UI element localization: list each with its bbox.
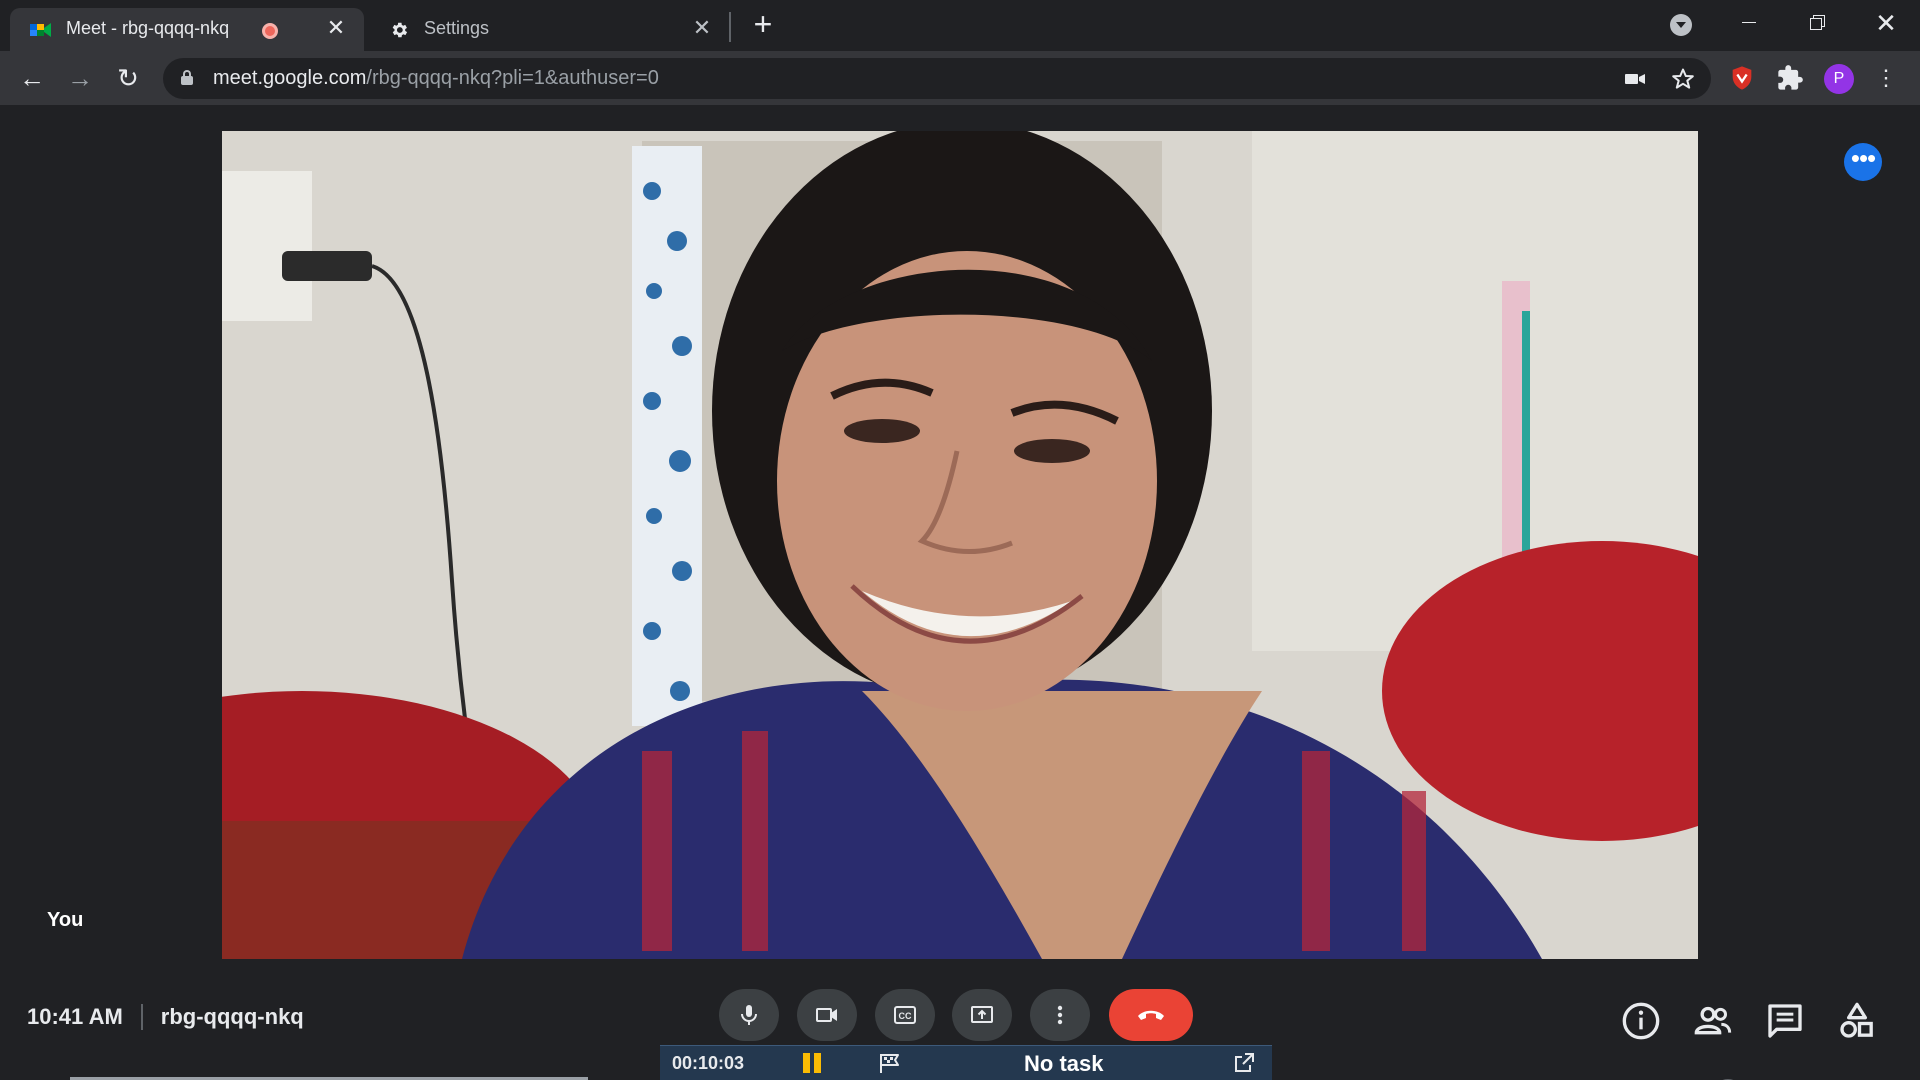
camera-button[interactable]	[797, 989, 857, 1041]
leave-call-button[interactable]	[1109, 989, 1193, 1041]
more-options-button[interactable]	[1030, 989, 1090, 1041]
url-text[interactable]: meet.google.com/rbg-qqqq-nkq?pli=1&authu…	[213, 67, 659, 90]
tab-settings[interactable]: Settings ✕	[368, 8, 724, 51]
minimize-window-button[interactable]	[1728, 6, 1768, 40]
more-options-bubble-icon[interactable]: •••	[1844, 143, 1882, 181]
restore-window-button[interactable]	[1796, 6, 1836, 40]
captions-button[interactable]: CC	[875, 989, 935, 1041]
people-icon[interactable]	[1693, 1001, 1733, 1041]
vertical-dots-icon	[1057, 1005, 1063, 1025]
extensions-puzzle-icon[interactable]	[1776, 64, 1804, 92]
svg-text:CC: CC	[899, 1011, 912, 1021]
elapsed-timer: 00:10:03	[672, 1053, 745, 1073]
tab-divider	[729, 12, 731, 42]
open-external-icon[interactable]	[1232, 1051, 1256, 1075]
forward-arrow-icon[interactable]: →	[64, 62, 96, 94]
profile-avatar[interactable]: P	[1824, 64, 1854, 94]
task-label: No task	[1024, 1051, 1104, 1076]
google-meet-icon	[30, 23, 51, 37]
new-tab-button[interactable]: +	[748, 8, 778, 40]
lock-icon[interactable]	[181, 70, 193, 85]
meeting-info-line: 10:41 AM rbg-qqqq-nkq	[27, 1004, 304, 1030]
finish-flag-icon[interactable]	[878, 1052, 902, 1074]
task-timer-bar: 00:10:03 No task	[660, 1045, 1272, 1080]
microphone-button[interactable]	[719, 989, 779, 1041]
camera-in-use-icon[interactable]	[1623, 67, 1647, 91]
hang-up-phone-icon	[1138, 1010, 1164, 1020]
recording-indicator-icon	[262, 23, 278, 39]
current-time: 10:41 AM	[27, 1004, 123, 1029]
divider	[140, 1004, 143, 1030]
close-window-button[interactable]: ✕	[1866, 6, 1906, 40]
meeting-code: rbg-qqqq-nkq	[160, 1004, 304, 1029]
url-host: meet.google.com	[213, 67, 367, 89]
meeting-details-info-icon[interactable]	[1621, 1001, 1661, 1041]
back-arrow-icon[interactable]: ←	[16, 62, 48, 94]
self-video-tile	[222, 131, 1698, 959]
close-tab-icon[interactable]: ✕	[324, 16, 348, 40]
chrome-menu-icon[interactable]: ⋮	[1872, 64, 1900, 92]
present-now-button[interactable]	[952, 989, 1012, 1041]
close-tab-icon[interactable]: ✕	[690, 16, 714, 40]
microphone-icon	[741, 1005, 757, 1025]
camera-icon	[816, 1008, 837, 1022]
tab-title: Meet - rbg-qqqq-nkq	[66, 18, 230, 38]
camera-feed-image	[222, 131, 1698, 959]
tab-strip: Meet - rbg-qqqq-nkq ✕ Settings ✕ + ✕	[0, 0, 1920, 51]
activities-shapes-icon[interactable]	[1837, 1001, 1877, 1041]
browser-toolbar: ← → ↻ meet.google.com/rbg-qqqq-nkq?pli=1…	[0, 51, 1920, 105]
bookmark-star-icon[interactable]	[1671, 67, 1695, 91]
gear-icon	[392, 22, 408, 38]
url-path: /rbg-qqqq-nkq?pli=1&authuser=0	[366, 67, 659, 89]
tab-title: Settings	[424, 18, 490, 38]
pause-icon[interactable]	[802, 1053, 824, 1073]
tab-meet[interactable]: Meet - rbg-qqqq-nkq ✕	[10, 8, 364, 51]
chat-icon[interactable]	[1765, 1001, 1805, 1041]
self-name-label: You	[47, 909, 84, 931]
tab-search-icon[interactable]	[1670, 14, 1692, 36]
address-bar[interactable]: meet.google.com/rbg-qqqq-nkq?pli=1&authu…	[163, 58, 1711, 99]
reload-icon[interactable]: ↻	[112, 62, 144, 94]
closed-captions-icon: CC	[894, 1006, 916, 1024]
meet-stage: ••• You 10:41 AM rbg-qqqq-nkq CC	[0, 105, 1920, 1080]
extension-shield-icon[interactable]	[1728, 64, 1756, 92]
present-screen-icon	[971, 1006, 993, 1023]
